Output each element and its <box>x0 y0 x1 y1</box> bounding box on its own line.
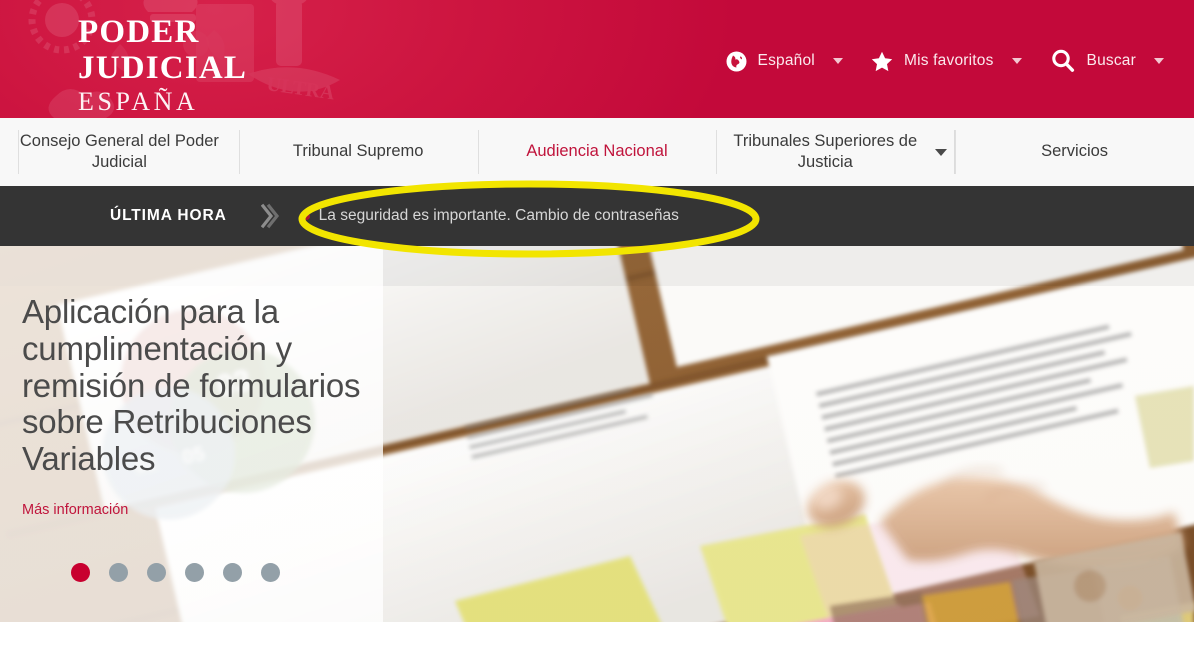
carousel-pagination <box>71 563 280 582</box>
carousel-dot-4[interactable] <box>185 563 204 582</box>
nav-item-tribunal-supremo[interactable]: Tribunal Supremo <box>238 118 478 186</box>
globe-icon <box>726 51 747 72</box>
logo-line-2: JUDICIAL <box>78 50 248 86</box>
ticker-headline[interactable]: La seguridad es importante. Cambio de co… <box>319 207 679 225</box>
favorites-menu[interactable]: Mis favoritos <box>857 51 1036 72</box>
hero-content: Aplicación para la cumplimentación y rem… <box>22 293 372 519</box>
chevron-down-icon[interactable] <box>1011 58 1022 64</box>
carousel-dot-6[interactable] <box>261 563 280 582</box>
nav-item-audiencia-nacional[interactable]: Audiencia Nacional <box>477 118 717 186</box>
nav-item-tribunales-superiores[interactable]: Tribunales Superiores de Justicia <box>716 118 956 186</box>
breaking-news-ticker: ÚLTIMA HORA La seguridad es importante. … <box>0 186 1194 246</box>
svg-text:ULTRA: ULTRA <box>265 73 336 104</box>
site-logo[interactable]: PODER JUDICIAL ESPAÑA <box>78 16 247 115</box>
hero-carousel: 03 05 02 <box>0 246 1194 622</box>
nav-label: Tribunales Superiores de Justicia <box>733 131 918 171</box>
carousel-dot-1[interactable] <box>71 563 90 582</box>
star-icon <box>871 51 893 72</box>
carousel-dot-5[interactable] <box>223 563 242 582</box>
nav-label: Audiencia Nacional <box>526 142 668 161</box>
search-label: Buscar <box>1086 52 1136 69</box>
chevron-down-icon[interactable] <box>832 58 843 64</box>
nav-label: Tribunal Supremo <box>292 142 424 161</box>
ticker-bullet-icon <box>302 212 310 220</box>
page-body-blank <box>0 622 1194 670</box>
hero-more-info-link[interactable]: Más información <box>22 502 128 518</box>
nav-item-servicios[interactable]: Servicios <box>955 118 1194 186</box>
carousel-dot-2[interactable] <box>109 563 128 582</box>
page-root: ULTRA PODER JUDICIAL ESPAÑA Español Mis … <box>0 0 1194 670</box>
search-menu[interactable]: Buscar <box>1036 48 1178 74</box>
ticker-label: ÚLTIMA HORA <box>110 207 227 224</box>
chevron-down-icon[interactable] <box>1154 58 1164 64</box>
site-header: ULTRA PODER JUDICIAL ESPAÑA Español Mis … <box>0 0 1194 118</box>
favorites-label: Mis favoritos <box>903 52 994 69</box>
nav-label: Servicios <box>1041 142 1109 161</box>
logo-line-1: PODER <box>78 14 200 50</box>
language-selector[interactable]: Español <box>712 51 857 72</box>
language-label: Español <box>757 52 815 69</box>
hero-title: Aplicación para la cumplimentación y rem… <box>22 293 361 478</box>
double-chevron-icon <box>260 203 281 229</box>
main-navigation: Consejo General del Poder Judicial Tribu… <box>0 118 1194 186</box>
logo-line-3: ESPAÑA <box>78 87 199 116</box>
search-icon <box>1050 48 1076 74</box>
utility-navigation: Español Mis favoritos Buscar <box>712 48 1178 74</box>
nav-label: Consejo General del Poder Judicial <box>19 131 219 171</box>
nav-item-consejo-general[interactable]: Consejo General del Poder Judicial <box>0 118 239 186</box>
carousel-dot-3[interactable] <box>147 563 166 582</box>
chevron-down-icon[interactable] <box>935 148 948 156</box>
